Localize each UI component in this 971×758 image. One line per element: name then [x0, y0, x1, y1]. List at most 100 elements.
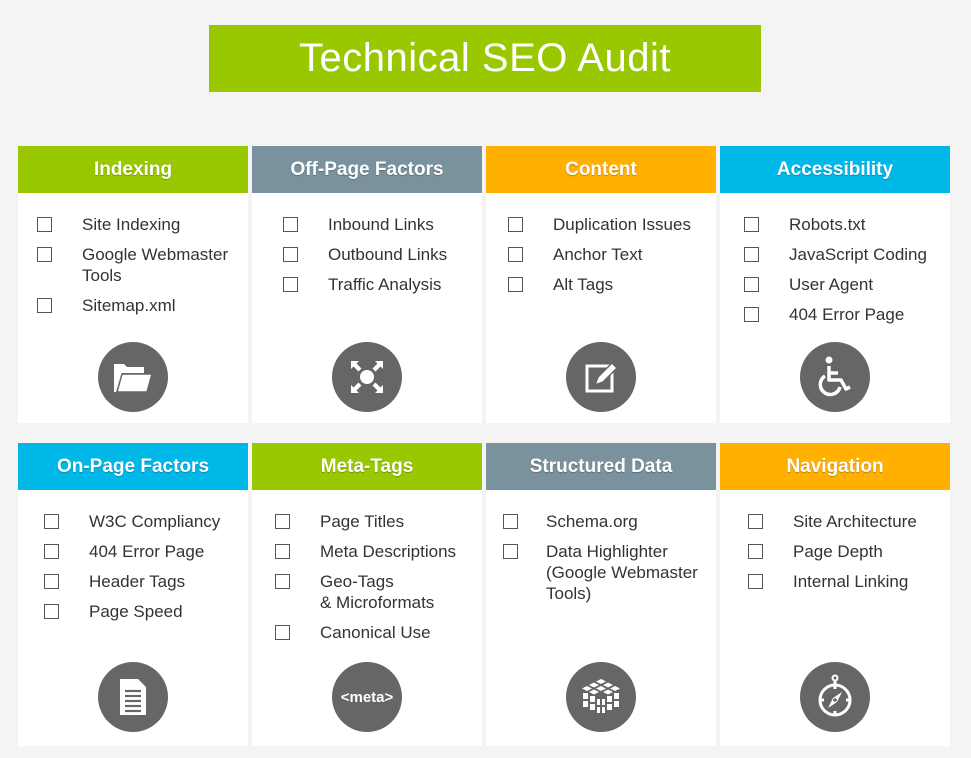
item-label: Schema.org — [546, 512, 638, 531]
checklist-item[interactable]: Site Architecture — [748, 511, 950, 532]
checklist-item[interactable]: Canonical Use — [275, 622, 482, 643]
item-label: JavaScript Coding — [789, 245, 927, 264]
item-label: Inbound Links — [328, 215, 434, 234]
checkbox[interactable] — [744, 247, 759, 262]
item-label: Outbound Links — [328, 245, 448, 264]
folder-open-icon — [98, 342, 168, 412]
item-label: User Agent — [789, 275, 874, 294]
checkbox[interactable] — [744, 217, 759, 232]
checkbox[interactable] — [275, 544, 290, 559]
card-header: Content — [486, 146, 716, 193]
item-label: Traffic Analysis — [328, 275, 442, 294]
item-label: Geo-Tags & Microformats — [320, 572, 435, 612]
checkbox[interactable] — [44, 514, 59, 529]
checkbox[interactable] — [503, 514, 518, 529]
card-header: Structured Data — [486, 443, 716, 490]
checkbox[interactable] — [37, 298, 52, 313]
checklist-item[interactable]: Data Highlighter (Google Webmaster Tools… — [503, 541, 716, 604]
checklist-item[interactable]: Inbound Links — [283, 214, 482, 235]
meta-tag-icon: <meta> — [332, 662, 402, 732]
checkbox[interactable] — [283, 217, 298, 232]
checklist-item[interactable]: Google Webmaster Tools — [37, 244, 248, 286]
checkbox[interactable] — [508, 277, 523, 292]
checklist-item[interactable]: Meta Descriptions — [275, 541, 482, 562]
checkbox[interactable] — [275, 625, 290, 640]
checkbox[interactable] — [503, 544, 518, 559]
checklist-item[interactable]: Sitemap.xml — [37, 295, 248, 316]
checklist-item[interactable]: User Agent — [744, 274, 950, 295]
checklist-item[interactable]: Robots.txt — [744, 214, 950, 235]
checklist-item[interactable]: Geo-Tags & Microformats — [275, 571, 482, 613]
item-label: Duplication Issues — [553, 215, 691, 234]
item-label: Robots.txt — [789, 215, 866, 234]
item-label: Page Speed — [89, 602, 183, 621]
card-header: Accessibility — [720, 146, 950, 193]
item-label: Alt Tags — [553, 275, 614, 294]
card-header: Indexing — [18, 146, 248, 193]
checkbox[interactable] — [283, 277, 298, 292]
item-label: Site Architecture — [793, 512, 917, 531]
compass-icon — [800, 662, 870, 732]
checkbox[interactable] — [37, 217, 52, 232]
checkbox[interactable] — [508, 217, 523, 232]
meta-tag-label: <meta> — [340, 688, 394, 706]
card-header: Meta-Tags — [252, 443, 482, 490]
compress-arrows-icon — [332, 342, 402, 412]
checkbox[interactable] — [748, 514, 763, 529]
checkbox[interactable] — [44, 574, 59, 589]
item-label: Anchor Text — [553, 245, 643, 264]
edit-pencil-icon — [566, 342, 636, 412]
checkbox[interactable] — [748, 574, 763, 589]
checklist-item[interactable]: Outbound Links — [283, 244, 482, 265]
card-header: Off-Page Factors — [252, 146, 482, 193]
item-label: Page Titles — [320, 512, 405, 531]
checklist-item[interactable]: 404 Error Page — [44, 541, 248, 562]
card-indexing: Indexing Site Indexing Google Webmaster … — [18, 146, 248, 423]
item-label: W3C Compliancy — [89, 512, 221, 531]
checkbox[interactable] — [44, 544, 59, 559]
checkbox[interactable] — [275, 514, 290, 529]
checklist-item[interactable]: Anchor Text — [508, 244, 716, 265]
cube-grid-icon — [566, 662, 636, 732]
item-label: Google Webmaster Tools — [82, 245, 229, 285]
document-list-icon — [98, 662, 168, 732]
item-label: Data Highlighter (Google Webmaster Tools… — [546, 542, 698, 603]
checkbox[interactable] — [748, 544, 763, 559]
checklist-item[interactable]: Page Titles — [275, 511, 482, 532]
checklist-item[interactable]: Traffic Analysis — [283, 274, 482, 295]
item-label: 404 Error Page — [789, 305, 905, 324]
checklist-item[interactable]: Internal Linking — [748, 571, 950, 592]
item-label: Meta Descriptions — [320, 542, 457, 561]
wheelchair-icon — [800, 342, 870, 412]
checkbox[interactable] — [744, 277, 759, 292]
page-title: Technical SEO Audit — [209, 25, 761, 92]
checkbox[interactable] — [275, 574, 290, 589]
item-label: Internal Linking — [793, 572, 909, 591]
checkbox[interactable] — [37, 247, 52, 262]
checklist-item[interactable]: W3C Compliancy — [44, 511, 248, 532]
checklist-item[interactable]: JavaScript Coding — [744, 244, 950, 265]
card-header: Navigation — [720, 443, 950, 490]
checklist-item[interactable]: Header Tags — [44, 571, 248, 592]
card-structured-data: Structured Data Schema.org Data Highligh… — [486, 443, 716, 746]
card-accessibility: Accessibility Robots.txt JavaScript Codi… — [720, 146, 950, 423]
checklist-item[interactable]: Site Indexing — [37, 214, 248, 235]
checklist-item[interactable]: Duplication Issues — [508, 214, 716, 235]
checkbox[interactable] — [508, 247, 523, 262]
card-on-page-factors: On-Page Factors W3C Compliancy 404 Error… — [18, 443, 248, 746]
checklist-item[interactable]: 404 Error Page — [744, 304, 950, 325]
card-content: Content Duplication Issues Anchor Text A… — [486, 146, 716, 423]
checklist-item[interactable]: Page Speed — [44, 601, 248, 622]
checklist-item[interactable]: Alt Tags — [508, 274, 716, 295]
card-meta-tags: Meta-Tags Page Titles Meta Descriptions … — [252, 443, 482, 746]
card-header: On-Page Factors — [18, 443, 248, 490]
checkbox[interactable] — [44, 604, 59, 619]
item-label: Sitemap.xml — [82, 296, 176, 315]
checkbox[interactable] — [283, 247, 298, 262]
checklist-item[interactable]: Page Depth — [748, 541, 950, 562]
item-label: Header Tags — [89, 572, 186, 591]
item-label: Canonical Use — [320, 623, 431, 642]
checklist-item[interactable]: Schema.org — [503, 511, 716, 532]
checkbox[interactable] — [744, 307, 759, 322]
card-off-page-factors: Off-Page Factors Inbound Links Outbound … — [252, 146, 482, 423]
